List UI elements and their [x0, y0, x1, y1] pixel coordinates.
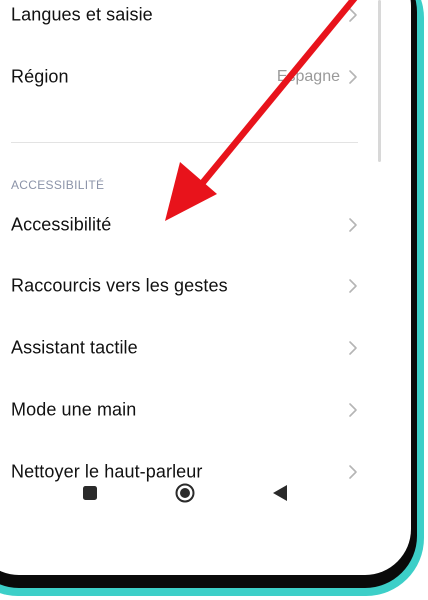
settings-item-label: Mode une main — [11, 399, 137, 420]
settings-item-one-handed-mode[interactable]: Mode une main — [0, 381, 384, 439]
section-header: ACCESSIBILITÉ — [11, 178, 105, 192]
settings-item-touch-assistant[interactable]: Assistant tactile — [0, 319, 384, 377]
scrollbar[interactable] — [378, 0, 381, 162]
triangle-back-icon — [273, 485, 287, 501]
phone-screenshot: Langues et saisie Région Espagne ACCESSI… — [0, 0, 428, 600]
settings-item-languages[interactable]: Langues et saisie — [0, 0, 384, 44]
circle-icon — [175, 483, 195, 503]
recents-button[interactable] — [70, 473, 110, 513]
region-value: Espagne — [276, 68, 340, 85]
navigation-bar — [0, 473, 384, 513]
divider — [11, 142, 358, 143]
chevron-right-icon — [349, 341, 357, 355]
chevron-right-icon — [349, 8, 357, 22]
settings-item-region[interactable]: Région Espagne — [0, 48, 384, 106]
back-button[interactable] — [260, 473, 300, 513]
settings-item-gesture-shortcuts[interactable]: Raccourcis vers les gestes — [0, 257, 384, 315]
home-button[interactable] — [165, 473, 205, 513]
settings-item-label: Langues et saisie — [11, 4, 153, 25]
settings-item-label: Raccourcis vers les gestes — [11, 275, 228, 296]
settings-item-label: Assistant tactile — [11, 337, 138, 358]
square-icon — [83, 486, 97, 500]
settings-item-label: Accessibilité — [11, 214, 112, 235]
settings-item-label: Région — [11, 66, 69, 87]
settings-item-accessibility[interactable]: Accessibilité — [0, 196, 384, 254]
chevron-right-icon — [349, 70, 357, 84]
chevron-right-icon — [349, 218, 357, 232]
chevron-right-icon — [349, 279, 357, 293]
chevron-right-icon — [349, 403, 357, 417]
screen: Langues et saisie Région Espagne ACCESSI… — [0, 0, 411, 575]
